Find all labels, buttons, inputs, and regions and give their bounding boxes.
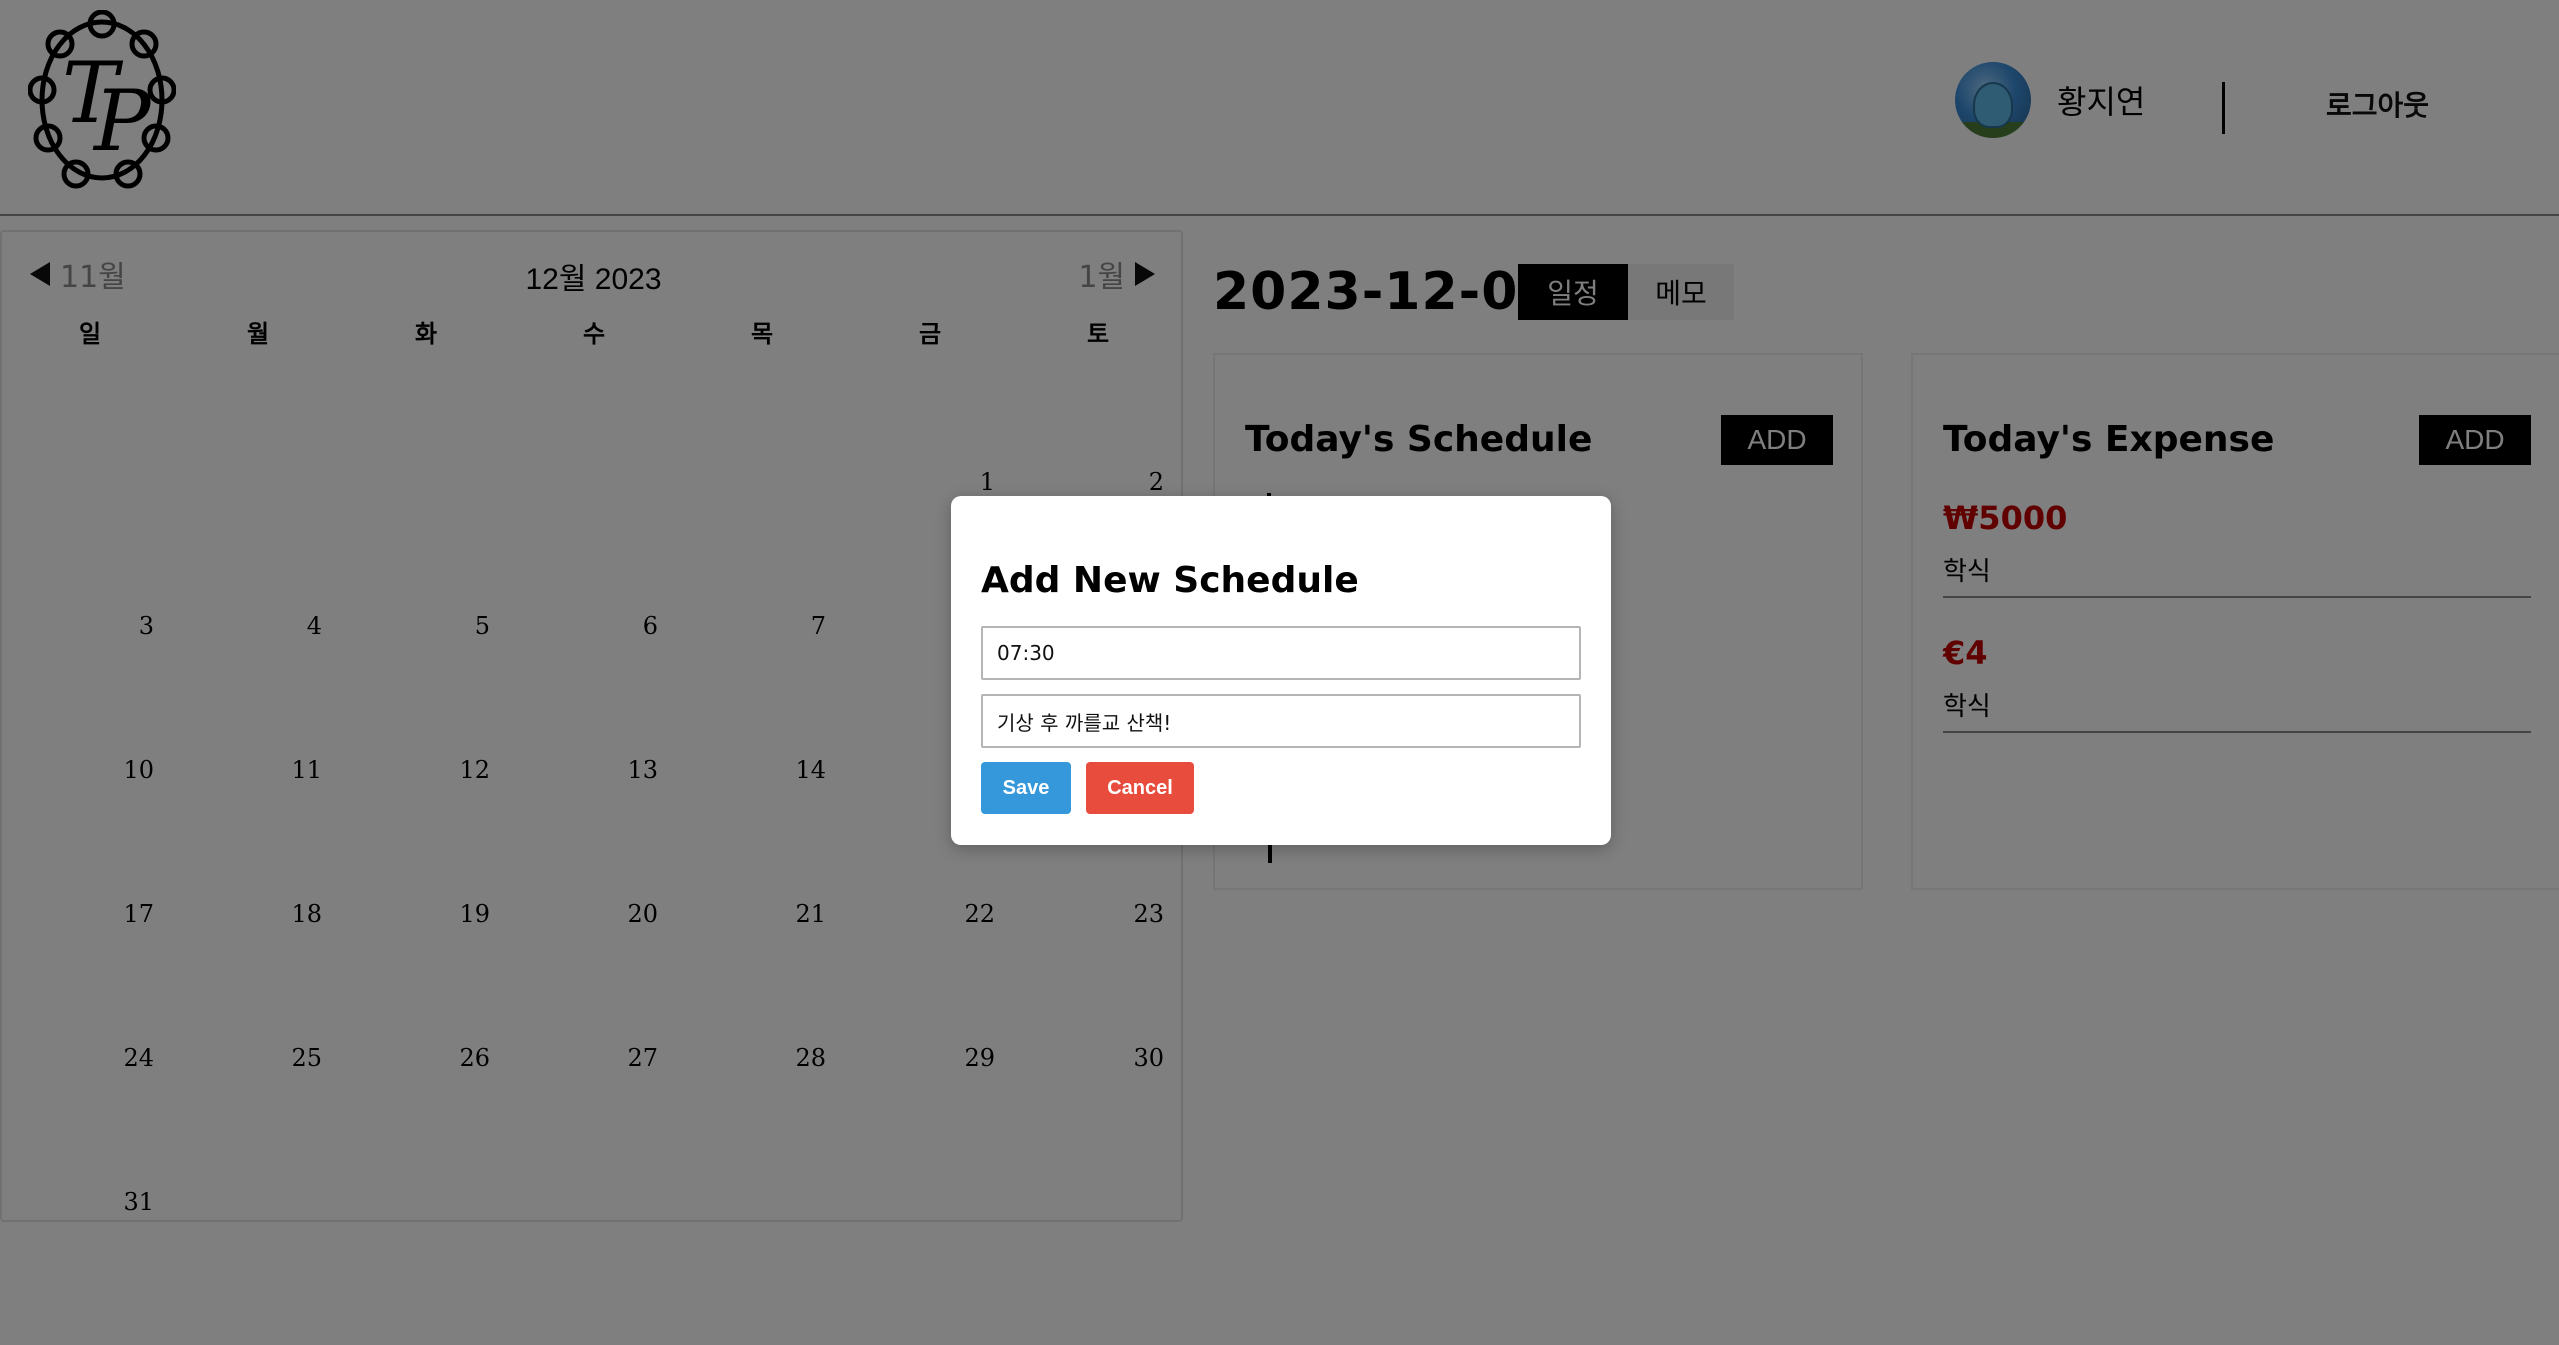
modal-title: Add New Schedule — [981, 560, 1359, 601]
schedule-desc-input[interactable] — [981, 694, 1581, 748]
save-button[interactable]: Save — [981, 762, 1071, 814]
add-schedule-modal: Add New Schedule Save Cancel — [951, 496, 1611, 845]
schedule-time-input[interactable] — [981, 626, 1581, 680]
cancel-button[interactable]: Cancel — [1086, 762, 1194, 814]
